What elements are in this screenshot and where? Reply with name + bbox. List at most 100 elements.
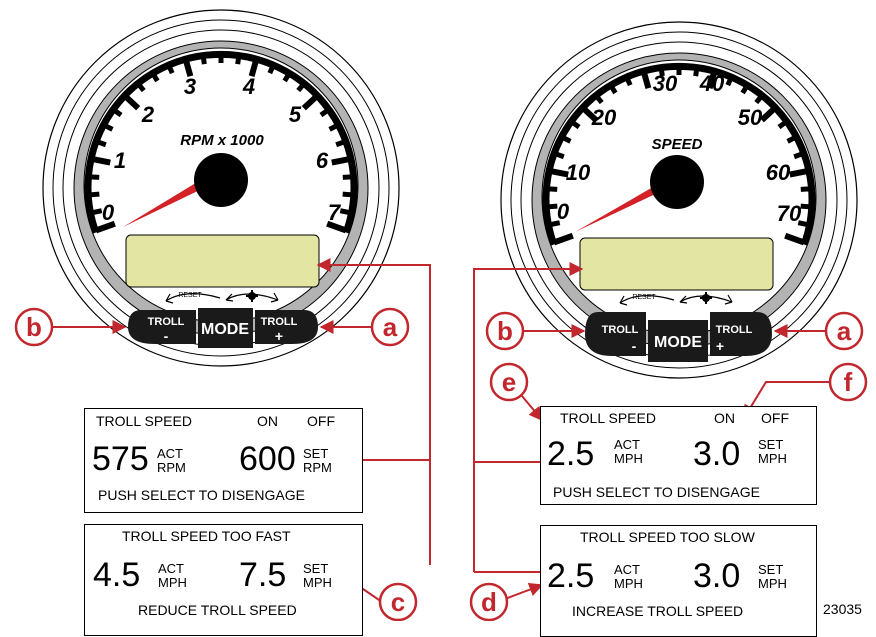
svg-text:d: d bbox=[481, 587, 497, 617]
panel-header-label: TROLL SPEED bbox=[96, 413, 192, 429]
set-label: SET bbox=[303, 561, 329, 576]
rpm-troll-plus-button[interactable]: TROLL + bbox=[255, 310, 318, 344]
act-value: 2.5 bbox=[547, 557, 595, 595]
speed-tick-label-10: 10 bbox=[566, 160, 591, 185]
rpm-gauge: 0 1 2 3 4 5 6 7 RPM x 1000 RESET TROLL - bbox=[42, 9, 400, 367]
rpm-tick-23 bbox=[335, 138, 348, 148]
rpm-lcd bbox=[125, 234, 320, 288]
panel-too-fast: TROLL SPEED TOO FAST 4.5 ACT MPH 7.5 SET… bbox=[84, 524, 363, 636]
svg-text:a: a bbox=[383, 312, 398, 342]
rpm-mode-button[interactable]: MODE bbox=[198, 308, 253, 348]
speed-tick-label-20: 20 bbox=[591, 105, 617, 130]
panel-too-slow: TROLL SPEED TOO SLOW 2.5 ACT MPH 3.0 SET… bbox=[540, 525, 817, 637]
rpm-tick-1 bbox=[90, 208, 103, 216]
rpm-tick-26 bbox=[342, 191, 354, 198]
svg-text:e: e bbox=[502, 367, 516, 397]
rpm-tick-13 bbox=[200, 52, 207, 65]
speed-lcd bbox=[579, 237, 774, 291]
e-leader bbox=[521, 395, 543, 422]
svg-text:+: + bbox=[716, 338, 724, 354]
rpm-tick-5 bbox=[94, 138, 107, 148]
svg-text:TROLL: TROLL bbox=[602, 324, 639, 336]
svg-text:MODE: MODE bbox=[201, 321, 249, 338]
rpm-troll-minus-button[interactable]: TROLL - bbox=[128, 310, 196, 344]
callout-c: c bbox=[378, 582, 418, 621]
speed-mode-button[interactable]: MODE bbox=[648, 320, 708, 362]
rpm-tick-24 bbox=[331, 155, 352, 166]
callout-b-left: b bbox=[14, 307, 54, 347]
panel-footer: REDUCE TROLL SPEED bbox=[138, 602, 297, 618]
speed-tick-25 bbox=[800, 186, 812, 192]
svg-text:a: a bbox=[837, 316, 852, 346]
speed-tick-label-60: 60 bbox=[766, 160, 791, 185]
set-unit: MPH bbox=[303, 575, 332, 590]
panel-footer: PUSH SELECT TO DISENGAGE bbox=[98, 487, 305, 503]
speed-tick-26 bbox=[800, 203, 812, 210]
speed-tick-label-50: 50 bbox=[738, 105, 763, 130]
svg-text:b: b bbox=[26, 312, 42, 342]
speed-gauge-title: SPEED bbox=[652, 136, 703, 153]
rpm-tick-4 bbox=[90, 155, 111, 166]
panel-footer: INCREASE TROLL SPEED bbox=[572, 603, 744, 619]
rpm-tick-3 bbox=[88, 174, 100, 180]
rpm-tick-label-0: 0 bbox=[102, 200, 115, 225]
rpm-reset-label: RESET bbox=[178, 292, 202, 299]
set-value: 3.0 bbox=[693, 435, 741, 473]
rpm-tick-15 bbox=[235, 52, 242, 65]
set-unit: MPH bbox=[758, 451, 787, 466]
set-label: SET bbox=[303, 446, 329, 461]
act-label: ACT bbox=[614, 562, 640, 577]
set-value: 7.5 bbox=[239, 556, 287, 594]
speed-troll-plus-button[interactable]: TROLL + bbox=[710, 312, 772, 356]
callout-d: d bbox=[469, 582, 509, 621]
speed-tick-label-70: 70 bbox=[777, 201, 802, 226]
svg-text:TROLL: TROLL bbox=[716, 324, 753, 336]
speed-troll-minus-button[interactable]: TROLL - bbox=[585, 312, 646, 356]
act-unit: RPM bbox=[157, 460, 186, 475]
panel-footer: PUSH SELECT TO DISENGAGE bbox=[553, 484, 760, 500]
speed-tick-24 bbox=[789, 167, 810, 178]
rpm-gauge-title: RPM x 1000 bbox=[180, 132, 264, 149]
rpm-tick-27 bbox=[339, 208, 352, 216]
svg-text:f: f bbox=[844, 367, 853, 397]
svg-text:b: b bbox=[497, 316, 513, 346]
rpm-tick-label-3: 3 bbox=[184, 74, 196, 99]
panel-off-label: OFF bbox=[761, 410, 789, 426]
svg-text:-: - bbox=[164, 328, 169, 344]
speed-reset-label: RESET bbox=[632, 294, 656, 301]
panel-on-label: ON bbox=[714, 410, 735, 426]
speed-tick-label-40: 40 bbox=[699, 71, 725, 96]
speed-tick-23 bbox=[793, 150, 806, 160]
speed-tick-2 bbox=[546, 203, 558, 210]
svg-text:-: - bbox=[632, 338, 637, 354]
speed-tick-5 bbox=[552, 150, 565, 160]
speed-tick-3 bbox=[546, 186, 558, 192]
panel-on-label: ON bbox=[257, 413, 278, 429]
act-label: ACT bbox=[158, 561, 184, 576]
callout-a-left: a bbox=[370, 307, 410, 347]
panel-header-label: TROLL SPEED bbox=[560, 410, 656, 426]
panel-header: TROLL SPEED TOO SLOW bbox=[580, 529, 755, 545]
rpm-tick-label-5: 5 bbox=[289, 102, 302, 127]
act-label: ACT bbox=[157, 446, 183, 461]
rpm-tick-label-1: 1 bbox=[114, 148, 126, 173]
speed-hub bbox=[650, 155, 704, 209]
rpm-tick-label-6: 6 bbox=[316, 148, 329, 173]
set-unit: MPH bbox=[758, 576, 787, 591]
speed-tick-label-0: 0 bbox=[557, 199, 570, 224]
set-label: SET bbox=[758, 562, 784, 577]
svg-text:+: + bbox=[275, 328, 283, 344]
set-unit: RPM bbox=[303, 460, 332, 475]
rpm-tick-25 bbox=[342, 174, 354, 180]
act-unit: MPH bbox=[158, 575, 187, 590]
set-value: 600 bbox=[239, 440, 296, 478]
rpm-tick-label-7: 7 bbox=[328, 200, 342, 225]
svg-text:c: c bbox=[391, 587, 405, 617]
panel-header: TROLL SPEED TOO FAST bbox=[122, 528, 291, 544]
figure-number: 23035 bbox=[823, 601, 862, 617]
rpm-tick-2 bbox=[88, 191, 100, 198]
svg-text:MODE: MODE bbox=[654, 334, 702, 351]
act-value: 4.5 bbox=[93, 556, 141, 594]
panel-rpm-troll-speed: TROLL SPEED ON OFF 575 ACT RPM 600 SET R… bbox=[84, 408, 363, 513]
panel-mph-troll-speed: TROLL SPEED ON OFF 2.5 ACT MPH 3.0 SET M… bbox=[540, 406, 817, 505]
